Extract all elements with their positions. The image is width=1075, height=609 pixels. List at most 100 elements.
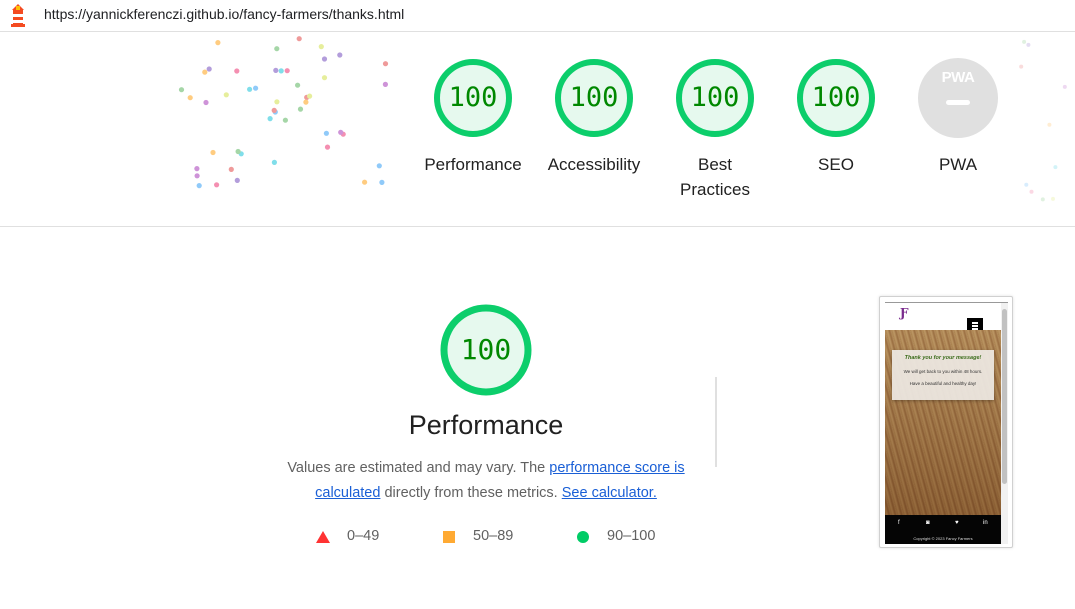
gauge-label: SEO: [818, 155, 854, 174]
gauge-label: Performance: [424, 155, 522, 174]
see-calculator-link[interactable]: See calculator.: [562, 485, 657, 501]
confetti-dot: [214, 182, 220, 188]
confetti-dot: [215, 40, 221, 46]
confetti-dot: [338, 129, 344, 135]
confetti-dot: [253, 85, 259, 91]
gauge-label: Best Practices: [680, 155, 750, 199]
confetti-dot: [194, 173, 200, 179]
confetti-dot: [362, 179, 368, 185]
thanks-heading: Thank you for your message!: [904, 355, 982, 361]
confetti-dot: [1051, 196, 1055, 201]
pwa-badge-icon: PWA: [918, 58, 998, 138]
gauge-seo[interactable]: 100 SEO: [781, 58, 891, 177]
confetti-dot: [210, 149, 216, 156]
confetti-dot: [234, 177, 240, 183]
confetti-dot: [1040, 197, 1045, 202]
confetti-dot: [228, 166, 234, 172]
legend-range: 50–89: [473, 528, 514, 544]
desc-text: Values are estimated and may vary. The: [287, 460, 550, 476]
confetti-dot: [203, 99, 209, 106]
confetti-dot: [194, 166, 200, 172]
performance-main-score: 100: [460, 333, 512, 366]
confetti-dot: [376, 163, 382, 169]
confetti-dot: [187, 95, 193, 101]
gauge-ring: 100: [675, 58, 755, 138]
gauge-ring: 100: [433, 58, 513, 138]
confetti-dot: [321, 75, 328, 81]
gauge-pwa[interactable]: PWA PWA: [903, 58, 1013, 177]
confetti-dot: [1024, 182, 1029, 187]
confetti-dot: [318, 44, 324, 50]
square-icon: [443, 531, 455, 543]
confetti-dot: [295, 82, 301, 88]
confetti-dot: [202, 69, 208, 75]
circle-icon: [577, 531, 589, 543]
lighthouse-icon: [11, 4, 25, 27]
confetti-dot: [274, 99, 280, 105]
confetti-dot: [1053, 165, 1058, 170]
desc-text: directly from these metrics.: [380, 485, 562, 501]
thanks-line-2: Have a beautiful and healthy day!: [909, 381, 977, 386]
thumb-footer: f ◙ ♥ in Copyright © 2023 Fancy Farmers: [885, 515, 1001, 544]
confetti-dot: [223, 92, 229, 98]
legend-range: 90–100: [607, 528, 656, 544]
section-divider: [715, 377, 717, 467]
confetti-dot: [324, 144, 331, 150]
performance-description: Values are estimated and may vary. The p…: [282, 456, 690, 506]
confetti-dot: [271, 159, 277, 165]
confetti-dot: [382, 81, 388, 87]
gauge-score: 100: [569, 82, 619, 113]
gauge-ring: 100: [796, 58, 876, 138]
gauge-accessibility[interactable]: 100 Accessibility: [539, 58, 649, 177]
thumb-logo: Ƒ: [900, 306, 909, 320]
instagram-icon: ◙: [926, 520, 930, 526]
confetti-dot: [284, 68, 290, 74]
confetti-dot: [1062, 84, 1067, 89]
pwa-badge-text: PWA: [941, 69, 975, 86]
confetti-dot: [1026, 42, 1031, 47]
gauge-score: 100: [690, 82, 740, 113]
confetti-dot: [297, 106, 304, 112]
confetti-dot: [307, 93, 313, 99]
gauge-score: 100: [811, 82, 861, 113]
confetti-dot: [274, 46, 280, 52]
thumb-scrollbar: [1001, 303, 1008, 544]
confetti-dot: [323, 130, 329, 136]
gauge-label: PWA: [938, 155, 978, 174]
thanks-card: Thank you for your message! We will get …: [892, 350, 994, 400]
confetti-dot: [206, 66, 212, 72]
gauge-label: Accessibility: [547, 155, 641, 174]
confetti-dot: [247, 86, 253, 92]
final-screenshot-thumbnail[interactable]: Ƒ Thank you for your message! We will ge…: [879, 296, 1013, 548]
confetti-dot: [278, 68, 284, 74]
confetti-dot: [235, 148, 241, 155]
confetti-dot: [303, 99, 309, 105]
confetti-dot: [282, 117, 288, 123]
gauge-best-practices[interactable]: 100 Best Practices: [660, 58, 770, 202]
confetti-dot: [196, 183, 202, 189]
facebook-icon: f: [898, 520, 900, 526]
gauge-performance[interactable]: 100 Performance: [418, 58, 528, 177]
performance-title: Performance: [408, 410, 564, 440]
legend-range: 0–49: [347, 528, 380, 544]
gauge-score: 100: [448, 82, 498, 113]
confetti-dot: [296, 36, 302, 42]
pwa-dash-icon: [946, 100, 970, 105]
thumb-header: Ƒ: [885, 303, 1001, 334]
thumb-copyright: Copyright © 2023 Fancy Farmers: [913, 536, 973, 541]
confetti-dot: [271, 107, 277, 113]
twitter-icon: ♥: [955, 520, 959, 526]
screenshot-frame: Ƒ Thank you for your message! We will ge…: [885, 302, 1008, 544]
gauge-ring: 100: [554, 58, 634, 138]
thanks-line-1: We will get back to you within 48 hours.: [903, 369, 983, 374]
confetti-dot: [337, 52, 343, 58]
confetti-dot: [1029, 189, 1034, 194]
confetti-dot: [234, 68, 240, 74]
url-bar[interactable]: https://yannickferenczi.github.io/fancy-…: [0, 0, 1075, 32]
confetti-dot: [178, 87, 185, 93]
url-text[interactable]: https://yannickferenczi.github.io/fancy-…: [44, 6, 404, 22]
confetti-dot: [379, 179, 385, 185]
confetti-dot: [321, 56, 328, 62]
linkedin-icon: in: [983, 520, 988, 526]
confetti-dot: [267, 116, 273, 122]
